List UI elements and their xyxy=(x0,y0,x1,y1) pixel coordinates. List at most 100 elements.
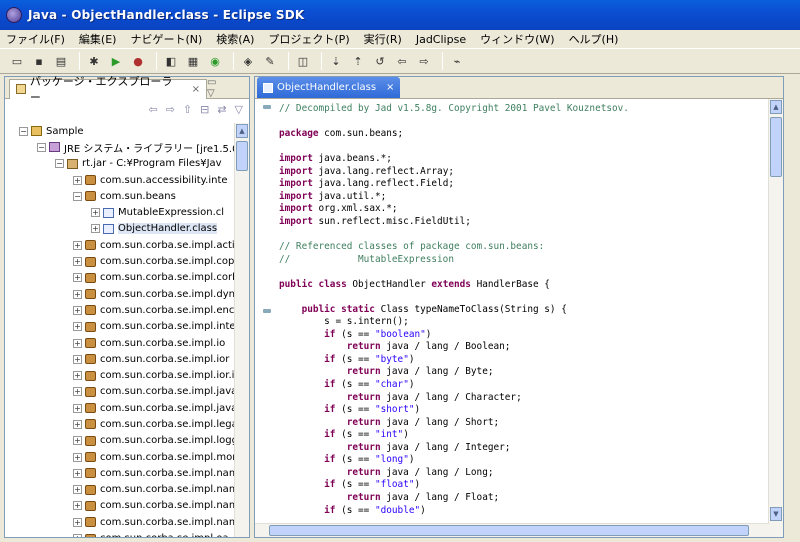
menu-item[interactable]: ファイル(F) xyxy=(6,31,65,47)
scrollbar-thumb[interactable] xyxy=(269,525,749,536)
run-icon[interactable]: ▶ xyxy=(107,52,125,70)
scroll-up-icon[interactable]: ▲ xyxy=(236,124,248,138)
previous-annotation-icon[interactable]: ⇡ xyxy=(349,52,367,70)
tree-item[interactable]: + com.sun.corba.se.impl.mon xyxy=(5,449,235,465)
scroll-up-icon[interactable]: ▲ xyxy=(770,100,782,114)
tree-item[interactable]: + com.sun.corba.se.impl.nam xyxy=(5,482,235,498)
collapse-icon[interactable]: − xyxy=(55,159,64,169)
up-icon[interactable]: ⇧ xyxy=(183,103,192,116)
menu-item[interactable]: 実行(R) xyxy=(364,31,402,47)
close-icon[interactable]: × xyxy=(192,84,200,95)
expand-icon[interactable]: + xyxy=(73,257,82,267)
expand-icon[interactable]: + xyxy=(73,371,82,381)
close-icon[interactable]: × xyxy=(386,82,394,93)
expand-icon[interactable]: + xyxy=(73,305,82,315)
menu-item[interactable]: プロジェクト(P) xyxy=(268,31,349,47)
view-menu-icon[interactable]: ▭ ▽ xyxy=(207,77,245,99)
expand-icon[interactable]: + xyxy=(73,273,82,283)
explorer-vertical-scrollbar[interactable]: ▲ xyxy=(234,123,249,537)
tree-item[interactable]: + com.sun.accessibility.inte xyxy=(5,172,235,188)
tree-item[interactable]: − JRE システム・ライブラリー [jre1.5.0_ xyxy=(5,139,235,155)
expand-icon[interactable]: + xyxy=(73,485,82,495)
new-java-project-icon[interactable]: ◧ xyxy=(162,52,180,70)
menu-item[interactable]: ナビゲート(N) xyxy=(130,31,202,47)
external-tools-icon[interactable]: ● xyxy=(129,52,147,70)
forward-icon[interactable]: ⇨ xyxy=(415,52,433,70)
tree-item[interactable]: + com.sun.corba.se.impl.nam xyxy=(5,514,235,530)
tree-item[interactable]: + com.sun.corba.se.impl.lega xyxy=(5,416,235,432)
tree-item[interactable]: + com.sun.corba.se.impl.corb xyxy=(5,270,235,286)
new-package-icon[interactable]: ▦ xyxy=(184,52,202,70)
collapse-icon[interactable]: − xyxy=(73,191,82,201)
expand-icon[interactable]: + xyxy=(73,534,82,537)
back-icon[interactable]: ⇦ xyxy=(393,52,411,70)
expand-icon[interactable]: + xyxy=(73,387,82,397)
tree-item[interactable]: + com.sun.corba.se.impl.cop xyxy=(5,253,235,269)
new-class-icon[interactable]: ◉ xyxy=(206,52,224,70)
expand-icon[interactable]: + xyxy=(73,403,82,413)
collapse-icon[interactable]: − xyxy=(19,126,28,136)
link-with-editor-icon[interactable]: ⇄ xyxy=(217,103,226,116)
tree-item[interactable]: + ObjectHandler.class xyxy=(5,221,235,237)
editor-horizontal-scrollbar[interactable] xyxy=(255,523,769,537)
menu-item[interactable]: 編集(E) xyxy=(79,31,117,47)
expand-icon[interactable]: + xyxy=(73,419,82,429)
tree-item[interactable]: + com.sun.corba.se.impl.oa xyxy=(5,530,235,537)
scroll-down-icon[interactable]: ▼ xyxy=(770,507,782,521)
source-code[interactable]: // Decompiled by Jad v1.5.8g. Copyright … xyxy=(279,103,767,527)
tree-item[interactable]: + com.sun.corba.se.impl.java xyxy=(5,400,235,416)
perspective-icon[interactable]: ⌁ xyxy=(448,52,466,70)
tree-item[interactable]: − rt.jar - C:¥Program Files¥Jav xyxy=(5,156,235,172)
forward-icon[interactable]: ⇨ xyxy=(166,103,175,116)
menu-item[interactable]: 検索(A) xyxy=(216,31,254,47)
collapse-all-icon[interactable]: ⊟ xyxy=(200,103,209,116)
expand-icon[interactable]: + xyxy=(73,240,82,250)
tree-item[interactable]: + com.sun.corba.se.impl.acti xyxy=(5,237,235,253)
tree-item[interactable]: − com.sun.beans xyxy=(5,188,235,204)
tree-item[interactable]: + com.sun.corba.se.impl.nam xyxy=(5,465,235,481)
expand-icon[interactable]: + xyxy=(73,175,82,185)
expand-icon[interactable]: + xyxy=(73,354,82,364)
tree-item[interactable]: + com.sun.corba.se.impl.enc xyxy=(5,302,235,318)
tab-package-explorer[interactable]: パッケージ・エクスプローラー × xyxy=(9,75,208,104)
tree-item[interactable]: + com.sun.corba.se.impl.dyn xyxy=(5,286,235,302)
debug-icon[interactable]: ✱ xyxy=(85,52,103,70)
tree-item[interactable]: + com.sun.corba.se.impl.io xyxy=(5,335,235,351)
expand-icon[interactable]: + xyxy=(91,224,100,234)
tree-item[interactable]: + MutableExpression.cl xyxy=(5,204,235,220)
tree-item[interactable]: + com.sun.corba.se.impl.inte xyxy=(5,319,235,335)
tree-item[interactable]: + com.sun.corba.se.impl.ior.i xyxy=(5,367,235,383)
last-edit-icon[interactable]: ↺ xyxy=(371,52,389,70)
menu-item[interactable]: JadClipse xyxy=(416,33,466,46)
tree-item[interactable]: + com.sun.corba.se.impl.ior xyxy=(5,351,235,367)
expand-icon[interactable]: + xyxy=(73,452,82,462)
collapse-icon[interactable]: − xyxy=(37,142,46,152)
menu-item[interactable]: ヘルプ(H) xyxy=(569,31,619,47)
expand-icon[interactable]: + xyxy=(73,338,82,348)
expand-icon[interactable]: + xyxy=(73,436,82,446)
expand-icon[interactable]: + xyxy=(73,468,82,478)
tree-item[interactable]: + com.sun.corba.se.impl.nam xyxy=(5,498,235,514)
new-icon[interactable]: ▭ xyxy=(8,52,26,70)
back-icon[interactable]: ⇦ xyxy=(148,103,157,116)
toggle-mark-icon[interactable]: ◫ xyxy=(294,52,312,70)
search-icon[interactable]: ✎ xyxy=(261,52,279,70)
expand-icon[interactable]: + xyxy=(73,501,82,511)
editor-vertical-scrollbar[interactable]: ▲ ▼ xyxy=(768,99,783,537)
tree-item[interactable]: + com.sun.corba.se.impl.logg xyxy=(5,433,235,449)
scrollbar-thumb[interactable] xyxy=(236,141,248,171)
scrollbar-thumb[interactable] xyxy=(770,117,782,177)
next-annotation-icon[interactable]: ⇣ xyxy=(327,52,345,70)
save-icon[interactable]: ▪ xyxy=(30,52,48,70)
fold-marker-icon[interactable] xyxy=(263,309,271,313)
expand-icon[interactable]: + xyxy=(73,322,82,332)
menu-item[interactable]: ウィンドウ(W) xyxy=(480,31,554,47)
view-menu-icon[interactable]: ▽ xyxy=(235,103,243,116)
expand-icon[interactable]: + xyxy=(73,517,82,527)
tree-item[interactable]: + com.sun.corba.se.impl.java xyxy=(5,384,235,400)
print-icon[interactable]: ▤ xyxy=(52,52,70,70)
fold-marker-icon[interactable] xyxy=(263,105,271,109)
expand-icon[interactable]: + xyxy=(73,289,82,299)
tab-objecthandler-class[interactable]: ObjectHandler.class × xyxy=(257,77,401,98)
open-type-icon[interactable]: ◈ xyxy=(239,52,257,70)
